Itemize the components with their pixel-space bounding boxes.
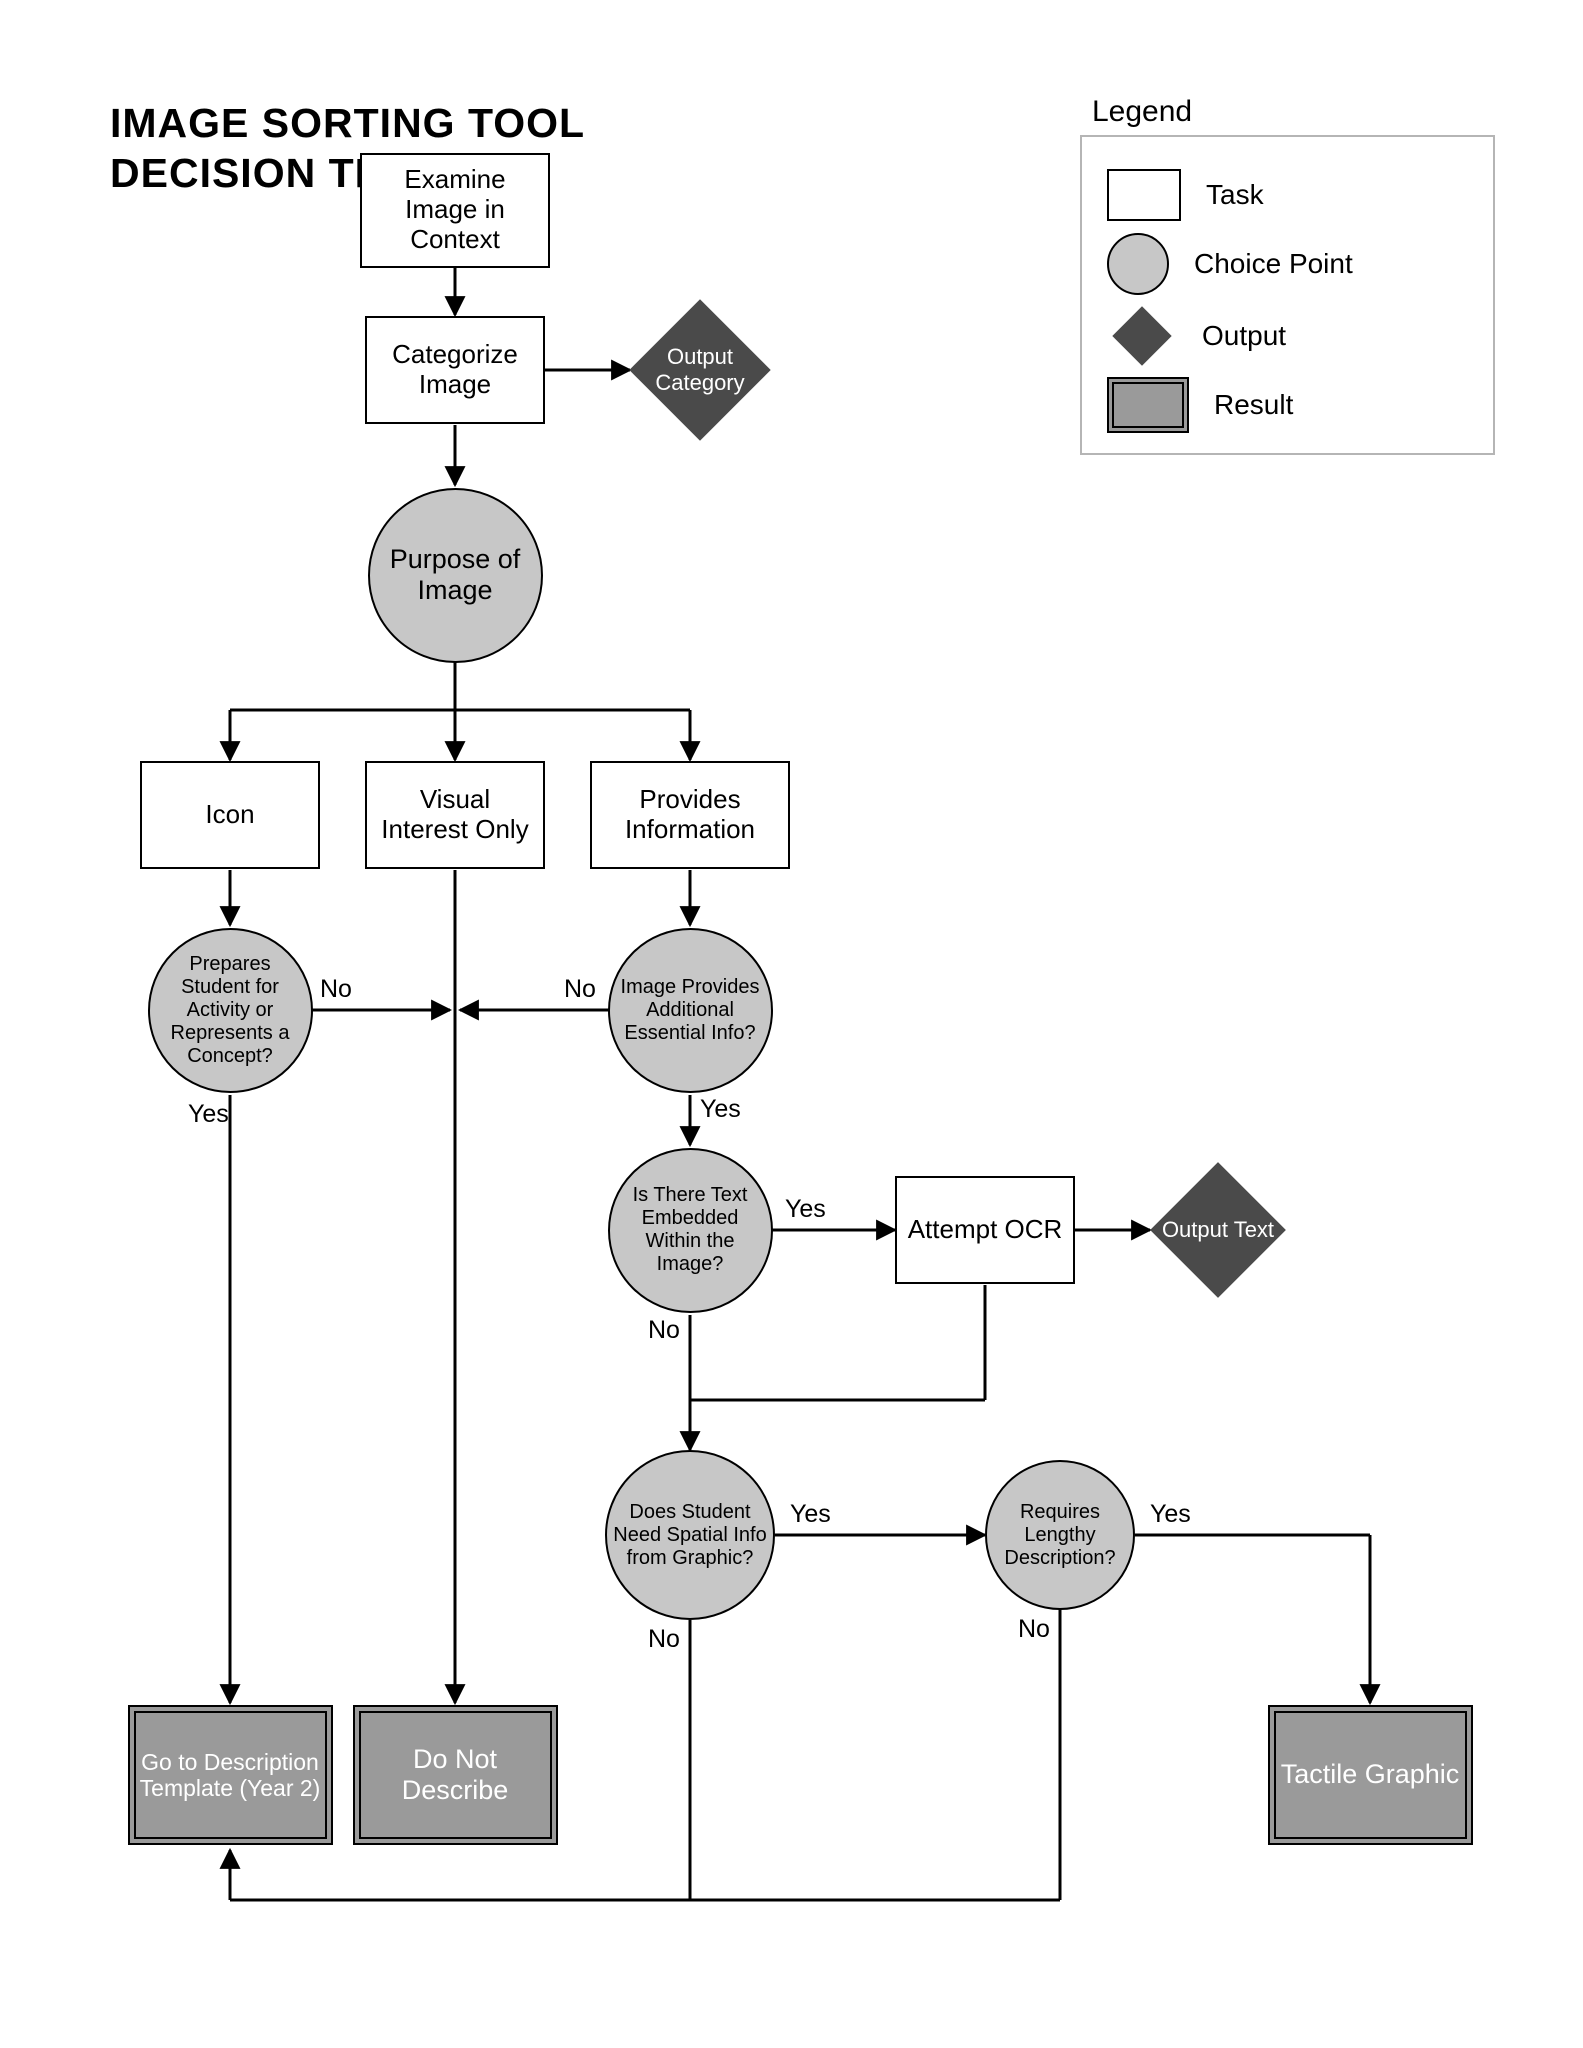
legend-label-choice: Choice Point bbox=[1194, 248, 1353, 280]
edge-lengthy-yes: Yes bbox=[1150, 1500, 1191, 1529]
legend-row-choice: Choice Point bbox=[1107, 233, 1473, 295]
label: Does Student Need Spatial Info from Grap… bbox=[613, 1501, 767, 1570]
legend-label-result: Result bbox=[1214, 389, 1293, 421]
label: Visual Interest Only bbox=[373, 785, 537, 845]
edge-prepares-yes: Yes bbox=[188, 1100, 229, 1129]
edge-essential-no: No bbox=[564, 975, 596, 1004]
choice-prepares: Prepares Student for Activity or Represe… bbox=[148, 928, 313, 1093]
legend-box: Task Choice Point Output Result bbox=[1080, 135, 1495, 455]
label: Requires Lengthy Description? bbox=[993, 1501, 1127, 1570]
edge-spatial-yes: Yes bbox=[790, 1500, 831, 1529]
label: Image Provides Additional Essential Info… bbox=[616, 976, 765, 1045]
legend-label-task: Task bbox=[1206, 179, 1264, 211]
edge-essential-yes: Yes bbox=[700, 1095, 741, 1124]
legend-row-task: Task bbox=[1107, 169, 1473, 221]
page-title-line1: IMAGE SORTING TOOL bbox=[110, 100, 585, 147]
choice-purpose: Purpose of Image bbox=[368, 488, 543, 663]
task-ocr: Attempt OCR bbox=[895, 1176, 1075, 1284]
legend-swatch-choice bbox=[1107, 233, 1169, 295]
result-tactile: Tactile Graphic bbox=[1268, 1705, 1473, 1845]
task-visual-interest: Visual Interest Only bbox=[365, 761, 545, 869]
legend-swatch-task bbox=[1107, 169, 1181, 221]
label: Purpose of Image bbox=[376, 544, 535, 606]
label: Examine Image in Context bbox=[368, 165, 542, 255]
label: Provides Information bbox=[598, 785, 782, 845]
label: Tactile Graphic bbox=[1281, 1759, 1460, 1790]
choice-lengthy: Requires Lengthy Description? bbox=[985, 1460, 1135, 1610]
edge-embedded-yes: Yes bbox=[785, 1195, 826, 1224]
output-text-label: Output Text bbox=[1151, 1163, 1285, 1297]
output-category-label: Output Category bbox=[630, 300, 770, 440]
label: Go to Description Template (Year 2) bbox=[136, 1749, 325, 1802]
label: Is There Text Embedded Within the Image? bbox=[616, 1184, 765, 1276]
edge-spatial-no: No bbox=[648, 1625, 680, 1654]
legend-swatch-output bbox=[1112, 306, 1171, 365]
task-icon: Icon bbox=[140, 761, 320, 869]
legend-row-output: Output bbox=[1107, 307, 1473, 365]
label: Prepares Student for Activity or Represe… bbox=[156, 953, 305, 1068]
choice-embedded-text: Is There Text Embedded Within the Image? bbox=[608, 1148, 773, 1313]
legend-label-output: Output bbox=[1202, 320, 1286, 352]
edge-prepares-no: No bbox=[320, 975, 352, 1004]
label: Categorize Image bbox=[373, 340, 537, 400]
legend-heading: Legend bbox=[1092, 95, 1192, 129]
edge-embedded-no: No bbox=[648, 1316, 680, 1345]
choice-essential: Image Provides Additional Essential Info… bbox=[608, 928, 773, 1093]
edge-lengthy-no: No bbox=[1018, 1615, 1050, 1644]
task-provides-info: Provides Information bbox=[590, 761, 790, 869]
task-categorize: Categorize Image bbox=[365, 316, 545, 424]
legend-swatch-result bbox=[1107, 377, 1189, 433]
label: Do Not Describe bbox=[361, 1744, 550, 1806]
result-do-not-describe: Do Not Describe bbox=[353, 1705, 558, 1845]
legend-row-result: Result bbox=[1107, 377, 1473, 433]
label: Icon bbox=[205, 800, 254, 830]
task-examine: Examine Image in Context bbox=[360, 153, 550, 268]
result-goto-template: Go to Description Template (Year 2) bbox=[128, 1705, 333, 1845]
label: Attempt OCR bbox=[908, 1215, 1063, 1245]
choice-spatial: Does Student Need Spatial Info from Grap… bbox=[605, 1450, 775, 1620]
